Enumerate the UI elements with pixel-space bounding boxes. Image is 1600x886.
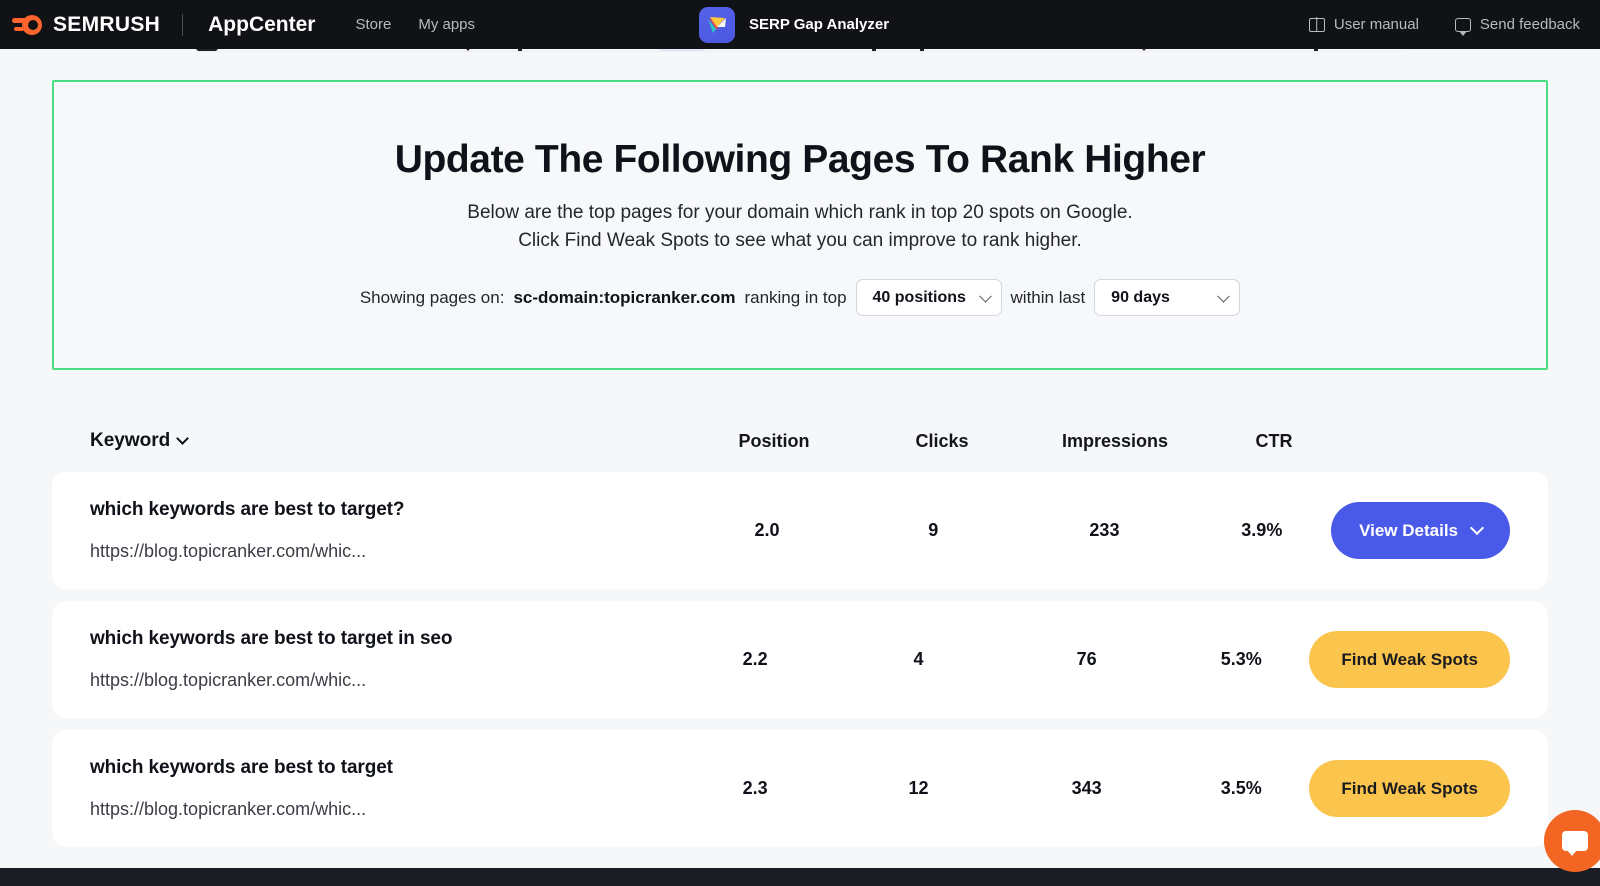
impressions-value: 76 <box>1076 649 1097 669</box>
page-title: Update The Following Pages To Rank Highe… <box>394 138 1206 181</box>
position-value: 2.0 <box>754 520 780 540</box>
find-weak-spots-button[interactable]: Find Weak Spots <box>1309 760 1510 817</box>
user-manual-link[interactable]: User manual <box>1308 16 1419 33</box>
days-select-value: 90 days <box>1111 288 1170 306</box>
keyword-title: which keywords are best to target <box>90 757 393 778</box>
keyword-cell: which keywords are best to target in seo… <box>90 628 673 691</box>
find-weak-spots-button-label: Find Weak Spots <box>1341 649 1478 669</box>
keyword-url[interactable]: https://blog.topicranker.com/whic... <box>90 670 673 691</box>
keyword-url[interactable]: https://blog.topicranker.com/whic... <box>90 541 684 562</box>
ctr-value: 3.5% <box>1220 778 1262 798</box>
app-title: SERP Gap Analyzer <box>749 16 890 33</box>
impressions-value: 343 <box>1071 778 1102 798</box>
positions-select[interactable]: 40 positions <box>855 279 1002 316</box>
find-weak-spots-button-label: Find Weak Spots <box>1341 778 1478 798</box>
chat-bubble-icon <box>1562 831 1588 856</box>
ctr-value: 5.3% <box>1220 649 1262 669</box>
send-feedback-link[interactable]: Send feedback <box>1454 16 1580 36</box>
subtitle-line-2: Click Find Weak Spots to see what you ca… <box>518 230 1082 251</box>
ranking-in-top-label: ranking in top <box>744 287 847 307</box>
row-actions: Find Weak Spots <box>1309 760 1510 817</box>
domain-value: sc-domain:topicranker.com <box>513 287 736 307</box>
keyword-cell: which keywords are best to target? https… <box>90 499 684 562</box>
row-actions: Find Weak Spots <box>1309 631 1510 688</box>
keyword-url[interactable]: https://blog.topicranker.com/whic... <box>90 799 673 820</box>
column-header-ctr: CTR <box>1255 430 1293 451</box>
pages-table: Keyword Position Clicks Impressions CTR … <box>52 410 1548 859</box>
filter-controls: Showing pages on: sc-domain:topicranker.… <box>54 279 1546 316</box>
chevron-down-icon <box>1217 289 1231 303</box>
user-manual-label: User manual <box>1333 16 1419 33</box>
ctr-value: 3.9% <box>1241 520 1283 540</box>
table-row[interactable]: which keywords are best to target https:… <box>52 730 1548 847</box>
position-value: 2.3 <box>742 778 768 798</box>
column-header-clicks: Clicks <box>915 430 969 451</box>
clicks-value: 9 <box>928 520 939 540</box>
nav-item-store[interactable]: Store <box>355 16 391 33</box>
subtitle-line-1: Below are the top pages for your domain … <box>467 202 1133 223</box>
chat-icon <box>1454 17 1471 36</box>
clicks-value: 4 <box>913 649 924 669</box>
semrush-comet-icon <box>12 14 42 36</box>
keyword-cell: which keywords are best to target https:… <box>90 757 673 820</box>
view-details-button[interactable]: View Details <box>1331 502 1510 559</box>
positions-select-value: 40 positions <box>872 288 966 306</box>
days-select[interactable]: 90 days <box>1094 279 1241 316</box>
impressions-value: 233 <box>1089 520 1120 540</box>
chevron-down-icon <box>978 289 992 303</box>
send-feedback-label: Send feedback <box>1479 16 1580 33</box>
current-app-identity: SERP Gap Analyzer <box>699 0 889 49</box>
support-chat-button[interactable] <box>1544 810 1600 872</box>
bird-icon <box>699 6 735 43</box>
showing-pages-prefix: Showing pages on: <box>359 287 505 307</box>
table-row[interactable]: which keywords are best to target in seo… <box>52 601 1548 718</box>
keyword-title: which keywords are best to target? <box>90 499 405 520</box>
position-value: 2.2 <box>742 649 768 669</box>
keyword-title: which keywords are best to target in seo <box>90 628 453 649</box>
chevron-down-icon <box>1469 520 1485 535</box>
clicks-value: 12 <box>908 778 929 798</box>
page-subtitle: Below are the top pages for your domain … <box>54 199 1546 255</box>
chevron-down-icon <box>176 431 190 445</box>
update-pages-panel: Update The Following Pages To Rank Highe… <box>52 80 1548 370</box>
table-row[interactable]: which keywords are best to target? https… <box>52 472 1548 589</box>
column-header-keyword[interactable]: Keyword <box>90 430 690 452</box>
column-header-impressions: Impressions <box>1061 430 1169 451</box>
secondary-nav: User manual Send feedback <box>1308 0 1580 49</box>
brand-wordmark: SEMRUSH <box>53 12 161 36</box>
row-actions: View Details <box>1331 502 1510 559</box>
app-page: Update The Following Pages To Rank Highe… <box>0 0 1600 886</box>
table-header-row: Keyword Position Clicks Impressions CTR <box>52 410 1548 472</box>
brand-logo[interactable]: SEMRUSH AppCenter <box>0 13 315 37</box>
view-details-button-label: View Details <box>1359 520 1458 540</box>
book-icon <box>1308 17 1325 32</box>
footer-strip <box>0 868 1600 886</box>
column-header-position: Position <box>738 430 810 451</box>
brand-divider <box>182 13 184 36</box>
primary-nav: Store My apps <box>355 16 475 33</box>
nav-item-my-apps[interactable]: My apps <box>418 16 475 33</box>
product-name: AppCenter <box>208 12 316 36</box>
find-weak-spots-button[interactable]: Find Weak Spots <box>1309 631 1510 688</box>
top-navigation-bar: SEMRUSH AppCenter Store My apps SERP Gap… <box>0 0 1600 49</box>
within-last-label: within last <box>1010 287 1086 307</box>
column-header-keyword-label: Keyword <box>90 430 171 451</box>
